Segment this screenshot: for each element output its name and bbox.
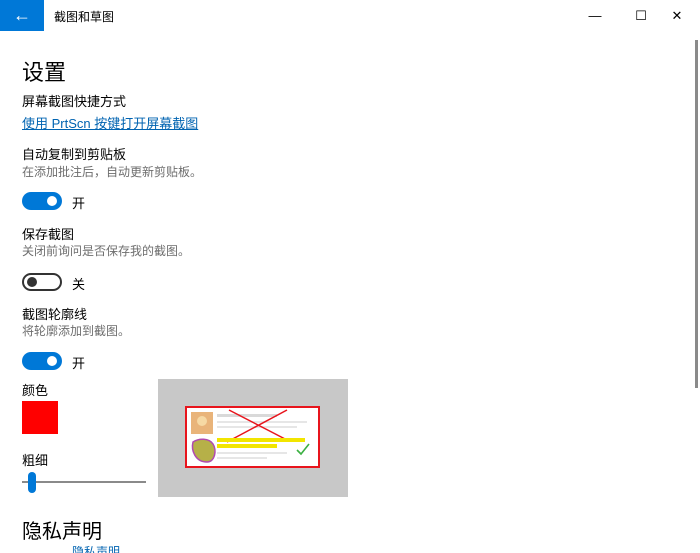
toggle-knob (47, 356, 57, 366)
save-snip-toggle[interactable] (22, 273, 62, 291)
preview-snip-frame (185, 406, 320, 468)
save-snip-label: 保存截图 (22, 227, 75, 242)
minimize-icon: — (588, 8, 602, 23)
outline-label: 截图轮廓线 (22, 307, 88, 322)
privacy-link[interactable]: 隐私声明 (72, 546, 120, 553)
minimize-button[interactable]: — (572, 0, 618, 31)
thickness-label: 粗细 (22, 453, 49, 468)
maximize-icon: ☐ (635, 7, 647, 23)
page-title: 设置 (22, 60, 67, 85)
color-label: 颜色 (22, 383, 49, 398)
outline-state: 开 (72, 356, 86, 371)
toggle-knob (27, 277, 37, 287)
save-snip-description: 关闭前询问是否保存我的截图。 (22, 244, 191, 258)
window-title: 截图和草图 (54, 10, 115, 24)
outline-description: 将轮廓添加到截图。 (22, 324, 131, 338)
outline-color-swatch[interactable] (22, 401, 58, 434)
preview-illustration (191, 409, 310, 463)
title-bar: ← 截图和草图 — ☐ ✕ (0, 0, 700, 31)
shortcut-label: 屏幕截图快捷方式 (22, 94, 127, 109)
save-snip-state: 关 (72, 277, 86, 292)
outline-preview (158, 379, 348, 497)
back-arrow-icon: ← (13, 5, 31, 25)
prtscn-shortcut-link[interactable]: 使用 PrtScn 按键打开屏幕截图 (22, 113, 198, 132)
auto-copy-description: 在添加批注后，自动更新剪贴板。 (22, 165, 203, 179)
thickness-slider-thumb[interactable] (27, 472, 36, 493)
toggle-knob (47, 196, 57, 206)
scrollbar-thumb[interactable] (695, 40, 698, 388)
thickness-slider-track[interactable] (22, 481, 146, 483)
back-button[interactable]: ← (0, 0, 44, 31)
vertical-scrollbar[interactable] (694, 31, 700, 553)
auto-copy-label: 自动复制到剪贴板 (22, 147, 127, 162)
outline-toggle[interactable] (22, 352, 62, 370)
auto-copy-toggle[interactable] (22, 192, 62, 210)
privacy-heading: 隐私声明 (22, 521, 102, 543)
close-icon: ✕ (671, 7, 683, 23)
auto-copy-state: 开 (72, 196, 86, 211)
close-button[interactable]: ✕ (654, 0, 700, 31)
